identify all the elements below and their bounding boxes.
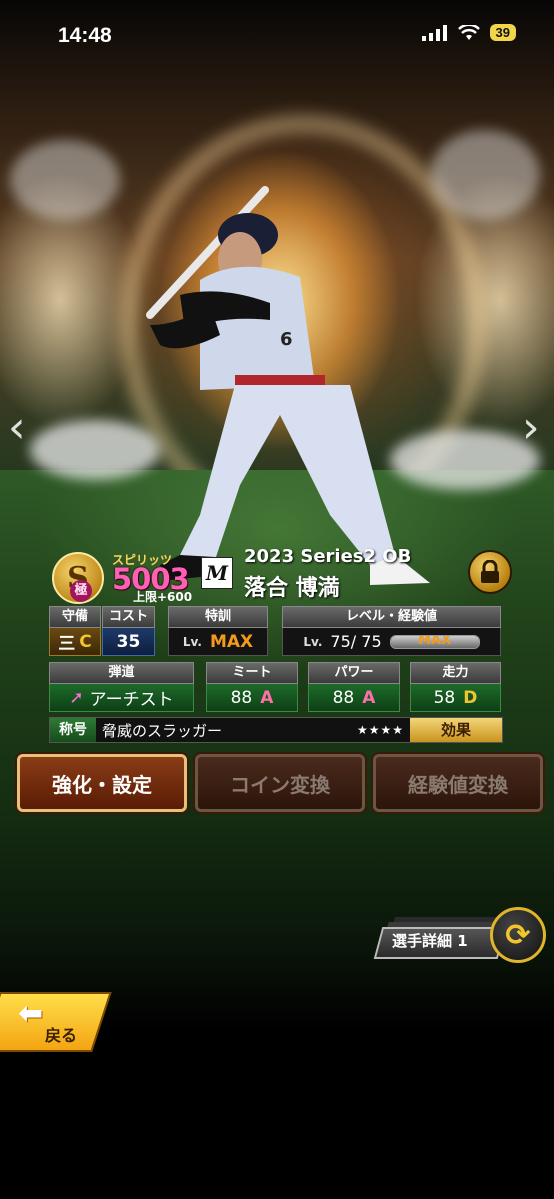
- level-value: 75/ 75: [330, 632, 382, 651]
- trajectory-value: アーチスト: [89, 690, 174, 710]
- lock-button[interactable]: [468, 550, 512, 594]
- svg-text:6: 6: [280, 329, 293, 350]
- position-stat: 守備 三 C: [49, 606, 101, 656]
- title-text: 脅威のスラッガー: [102, 721, 223, 740]
- training-stat: 特訓 Lv. MAX: [168, 606, 268, 656]
- rank-sub-badge: 極: [70, 580, 92, 602]
- power-grade: A: [362, 687, 376, 708]
- effect-button[interactable]: 効果: [410, 718, 502, 742]
- status-time: 14:48: [58, 24, 112, 47]
- speed-stat: 走力 58 D: [410, 662, 501, 712]
- level-stat: レベル・経験値 Lv. 75/ 75 MAX: [282, 606, 501, 656]
- enhance-settings-button[interactable]: 強化・設定: [17, 754, 187, 812]
- experience-bar: MAX: [389, 634, 480, 649]
- speed-value: 58: [433, 687, 456, 708]
- position-value: 三: [58, 634, 76, 654]
- title-row: 称号 脅威のスラッガー ★★★★ 効果: [49, 717, 503, 743]
- power-stat: パワー 88 A: [308, 662, 400, 712]
- cloud: [10, 140, 120, 220]
- back-arrow-icon: ⬅: [18, 996, 44, 1031]
- cloud: [430, 130, 540, 220]
- training-value: MAX: [209, 631, 254, 652]
- cost-value: 35: [102, 628, 155, 656]
- team-logo: M: [201, 557, 233, 589]
- contact-stat: ミート 88 A: [206, 662, 298, 712]
- back-label: 戻る: [45, 1026, 78, 1045]
- switch-detail-button[interactable]: ⟳: [490, 907, 546, 963]
- next-arrow-icon[interactable]: ›: [522, 402, 540, 453]
- cost-stat: コスト 35: [102, 606, 155, 656]
- signal-icon: [421, 24, 447, 41]
- position-grade: C: [79, 631, 92, 652]
- power-header: パワー: [308, 662, 400, 684]
- lock-icon: [481, 560, 499, 583]
- exp-convert-button[interactable]: 経験値変換: [373, 754, 543, 812]
- contact-grade: A: [260, 687, 274, 708]
- contact-value: 88: [230, 687, 253, 708]
- title-label: 称号: [50, 718, 96, 742]
- cost-header: コスト: [102, 606, 155, 628]
- position-header: 守備: [49, 606, 101, 628]
- status-icons: 39: [421, 24, 516, 41]
- spirits-cap: 上限+600: [133, 590, 193, 604]
- speed-grade: D: [463, 687, 478, 708]
- previous-arrow-icon[interactable]: ‹: [8, 402, 26, 453]
- refresh-icon: ⟳: [505, 917, 531, 953]
- player-image: 6: [146, 186, 430, 585]
- training-lv-label: Lv.: [182, 634, 202, 649]
- contact-header: ミート: [206, 662, 298, 684]
- experience-bar-label: MAX: [418, 634, 452, 648]
- battery-indicator: 39: [489, 24, 516, 41]
- level-lv-label: Lv.: [303, 634, 323, 649]
- player-name: 落合 博満: [244, 576, 340, 601]
- trajectory-stat: 弾道 ➚ アーチスト: [49, 662, 194, 712]
- training-header: 特訓: [168, 606, 268, 628]
- coin-convert-button[interactable]: コイン変換: [195, 754, 365, 812]
- trajectory-header: 弾道: [49, 662, 194, 684]
- wifi-icon: [457, 24, 480, 40]
- player-detail-label: 選手詳細 1: [392, 932, 468, 950]
- trajectory-arrow-icon: ➚: [69, 687, 84, 708]
- title-stars: ★★★★: [356, 723, 404, 737]
- power-value: 88: [332, 687, 355, 708]
- series-label: 2023 Series2 OB: [244, 546, 412, 567]
- level-header: レベル・経験値: [282, 606, 501, 628]
- speed-header: 走力: [410, 662, 501, 684]
